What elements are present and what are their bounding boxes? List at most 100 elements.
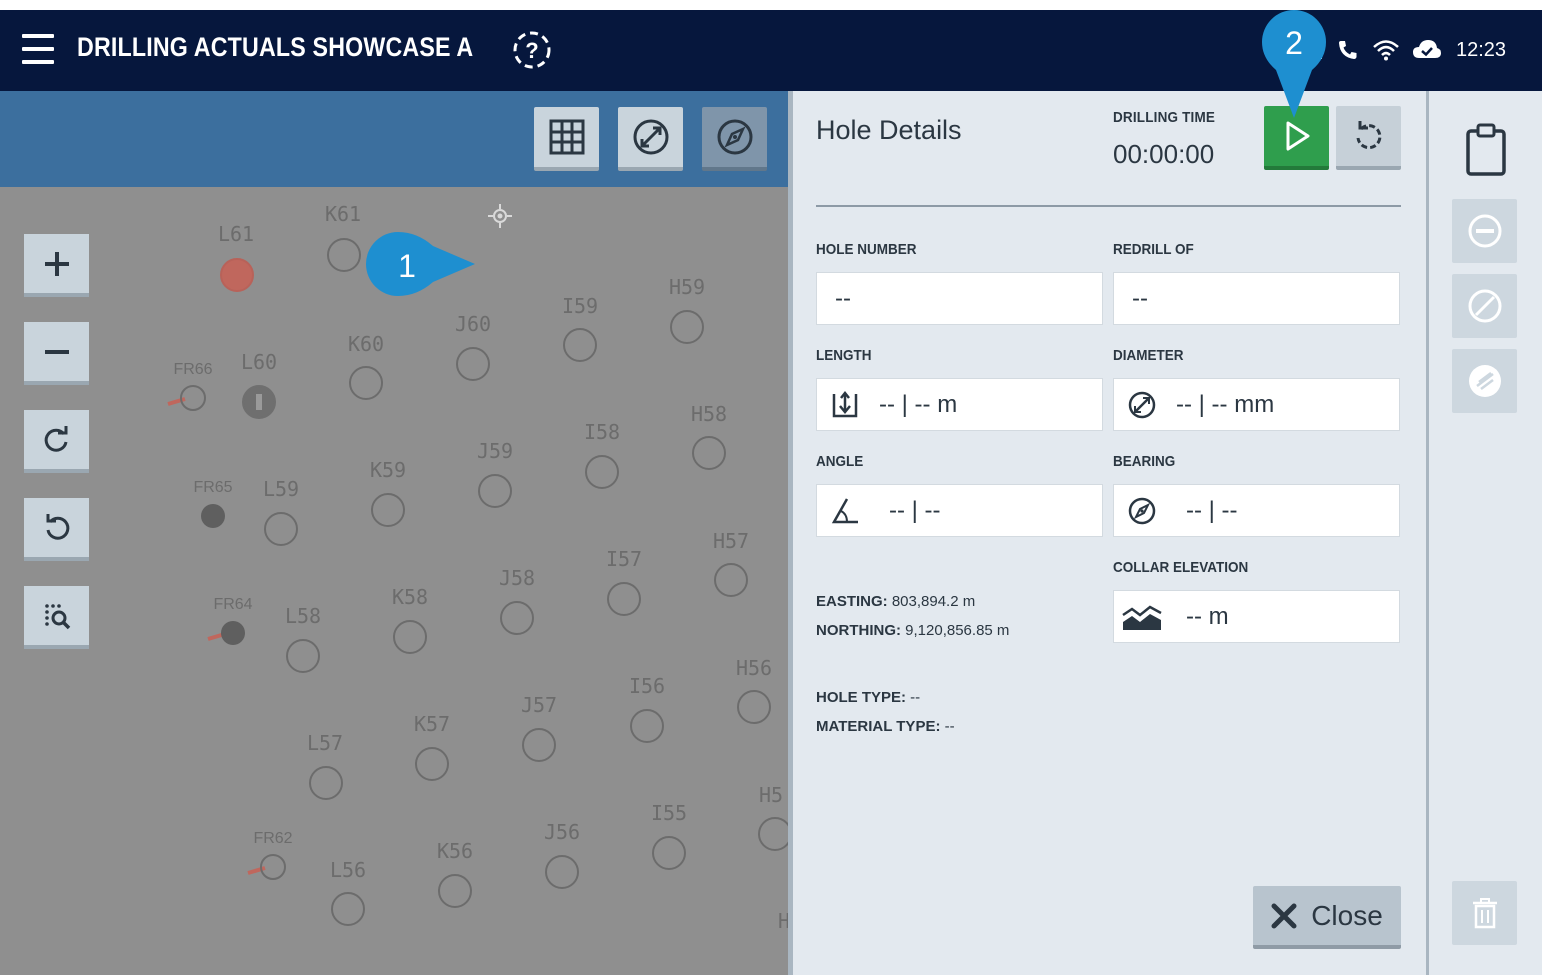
map-hole[interactable]: H58 bbox=[691, 402, 727, 470]
length-field[interactable]: -- | -- m bbox=[816, 378, 1103, 431]
easting-value: 803,894.2 m bbox=[887, 593, 976, 610]
map-hole[interactable]: FR62 bbox=[247, 830, 293, 880]
hole-marker[interactable] bbox=[563, 328, 597, 362]
map-hole[interactable]: K60 bbox=[348, 332, 384, 400]
map-hole[interactable]: J56 bbox=[544, 820, 580, 889]
map-hole[interactable]: L59 bbox=[263, 477, 299, 546]
cloud-check-icon bbox=[1413, 40, 1441, 58]
hole-marker[interactable] bbox=[630, 709, 664, 743]
hole-marker[interactable] bbox=[670, 310, 704, 344]
delete-button[interactable] bbox=[1452, 881, 1517, 945]
hole-marker[interactable] bbox=[331, 892, 365, 926]
clipboard-icon[interactable] bbox=[1465, 123, 1507, 182]
hole-marker[interactable] bbox=[607, 582, 641, 616]
crosshair-icon bbox=[488, 204, 512, 228]
hole-marker[interactable] bbox=[522, 728, 556, 762]
diameter-view-button[interactable] bbox=[618, 107, 683, 171]
bearing-value: -- | -- bbox=[1186, 496, 1238, 524]
remove-button[interactable] bbox=[1452, 199, 1517, 263]
hole-marker[interactable] bbox=[220, 258, 254, 292]
hole-marker[interactable] bbox=[652, 836, 686, 870]
map-hole[interactable]: J60 bbox=[455, 312, 491, 381]
map-hole[interactable]: K58 bbox=[392, 585, 428, 654]
hole-marker[interactable] bbox=[286, 639, 320, 673]
bearing-view-button[interactable] bbox=[702, 107, 767, 171]
hole-marker[interactable] bbox=[758, 817, 788, 851]
angle-label: ANGLE bbox=[816, 453, 864, 470]
diameter-icon bbox=[1128, 391, 1156, 418]
map-hole[interactable]: H59 bbox=[669, 275, 705, 344]
hole-marker[interactable] bbox=[545, 855, 579, 889]
map-hole[interactable]: FR66 bbox=[167, 361, 213, 411]
hole-marker[interactable] bbox=[201, 504, 225, 528]
map-hole[interactable]: J57 bbox=[521, 693, 557, 762]
map-hole[interactable]: H56 bbox=[736, 656, 772, 724]
collar-elevation-field[interactable]: -- m bbox=[1113, 590, 1400, 643]
hole-number-field[interactable]: -- bbox=[816, 272, 1103, 325]
hole-label: L56 bbox=[330, 858, 366, 882]
trash-icon bbox=[1472, 898, 1497, 929]
map-hole[interactable]: L58 bbox=[285, 604, 321, 673]
diameter-field[interactable]: -- | -- mm bbox=[1113, 378, 1400, 431]
close-button[interactable]: Close bbox=[1253, 886, 1401, 949]
hole-marker[interactable] bbox=[692, 436, 726, 470]
hole-marker[interactable] bbox=[309, 766, 343, 800]
hole-label: L61 bbox=[218, 222, 254, 246]
map-hole[interactable]: I55 bbox=[651, 801, 687, 870]
map-hole[interactable]: L57 bbox=[307, 731, 343, 800]
panel-title: Hole Details bbox=[816, 115, 962, 145]
map-hole[interactable]: I59 bbox=[562, 294, 598, 362]
hole-marker[interactable] bbox=[349, 366, 383, 400]
map-hole[interactable]: I56 bbox=[629, 674, 665, 743]
map-area[interactable]: K61 L61 K60 J60 I59 H59 L60 FR66 K59 J59 I58 H58 FR6… bbox=[0, 91, 788, 975]
easting-line: EASTING: 803,894.2 m bbox=[816, 593, 975, 610]
bearing-label: BEARING bbox=[1113, 453, 1176, 470]
map-hole[interactable]: K56 bbox=[437, 839, 473, 908]
hole-label: J60 bbox=[455, 312, 491, 336]
map-hole[interactable]: J59 bbox=[477, 439, 513, 508]
help-icon[interactable]: ? bbox=[512, 30, 552, 70]
hole-label: K57 bbox=[414, 712, 450, 736]
material-type-label: MATERIAL TYPE: bbox=[816, 718, 941, 735]
hole-marker[interactable] bbox=[478, 474, 512, 508]
angle-field[interactable]: -- | -- bbox=[816, 484, 1103, 537]
hole-marker[interactable] bbox=[438, 874, 472, 908]
drill-bit-icon bbox=[256, 394, 262, 410]
northing-label: NORTHING: bbox=[816, 622, 901, 639]
hole-marker[interactable] bbox=[264, 512, 298, 546]
hole-marker[interactable] bbox=[714, 563, 748, 597]
bearing-field[interactable]: -- | -- bbox=[1113, 484, 1400, 537]
hole-marker[interactable] bbox=[221, 621, 245, 645]
map-hole[interactable]: K57 bbox=[414, 712, 450, 781]
map-hole[interactable]: I57 bbox=[606, 547, 642, 616]
hole-marker[interactable] bbox=[415, 747, 449, 781]
disable-button[interactable] bbox=[1452, 274, 1517, 338]
hole-marker[interactable] bbox=[393, 620, 427, 654]
reset-timer-button[interactable] bbox=[1336, 106, 1401, 170]
redrill-field[interactable]: -- bbox=[1113, 272, 1400, 325]
hamburger-menu-icon[interactable] bbox=[22, 34, 54, 64]
map-hole[interactable]: FR65 bbox=[193, 479, 233, 528]
map-hole[interactable]: I58 bbox=[584, 420, 620, 489]
map-hole[interactable]: FR64 bbox=[207, 596, 253, 645]
redrill-label: REDRILL OF bbox=[1113, 241, 1194, 258]
hole-marker[interactable] bbox=[371, 493, 405, 527]
hole-marker[interactable] bbox=[500, 601, 534, 635]
redrill-action-button[interactable] bbox=[1452, 349, 1517, 413]
map-hole[interactable]: L56 bbox=[330, 858, 366, 926]
elevation-icon bbox=[1122, 605, 1162, 630]
map-hole[interactable]: K59 bbox=[370, 458, 406, 527]
redrill-value: -- bbox=[1132, 284, 1148, 312]
grid-view-button[interactable] bbox=[534, 107, 599, 171]
hole-marker[interactable] bbox=[585, 455, 619, 489]
map-hole[interactable]: H57 bbox=[713, 529, 749, 597]
hole-marker[interactable] bbox=[737, 690, 771, 724]
drilling-time-value: 00:00:00 bbox=[1113, 139, 1215, 169]
map-hole[interactable]: L60 bbox=[241, 350, 277, 419]
phone-icon bbox=[1339, 41, 1357, 59]
map-hole[interactable]: L61 bbox=[218, 222, 254, 292]
map-hole[interactable]: H5 bbox=[758, 783, 788, 851]
map-hole[interactable]: J58 bbox=[499, 566, 535, 635]
hole-marker[interactable] bbox=[456, 347, 490, 381]
length-value: -- | -- m bbox=[879, 390, 958, 418]
